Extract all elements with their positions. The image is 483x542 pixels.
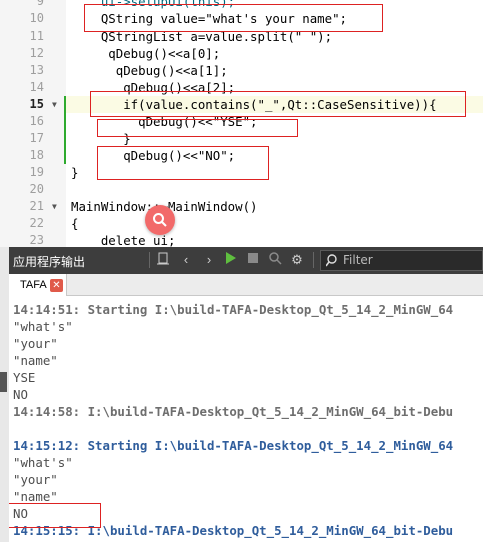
output-tab-bar: TAFA ✕ xyxy=(9,274,483,296)
output-line: "your" xyxy=(13,472,58,487)
output-line: NO xyxy=(13,387,28,402)
filter-input[interactable]: Filter xyxy=(320,250,483,271)
tab-tafa[interactable]: TAFA ✕ xyxy=(9,274,67,296)
line-number: 16 xyxy=(29,114,44,128)
fold-arrow-icon[interactable]: ▼ xyxy=(52,198,57,215)
previous-icon[interactable]: ‹ xyxy=(177,251,195,269)
line-number: 22 xyxy=(29,216,44,230)
line-number: 21 xyxy=(29,199,44,213)
output-line: 14:14:58: I:\build-TAFA-Desktop_Qt_5_14_… xyxy=(13,404,454,419)
code-line[interactable]: qDebug()<<a[0]; xyxy=(71,45,220,62)
search-icon[interactable] xyxy=(145,205,175,235)
code-line[interactable]: qDebug()<<a[1]; xyxy=(71,62,228,79)
close-icon[interactable]: ✕ xyxy=(50,279,63,292)
code-line[interactable]: } xyxy=(71,164,78,181)
filter-search-icon xyxy=(325,251,338,276)
output-line: YSE xyxy=(13,370,36,385)
settings-icon[interactable]: ⚙ xyxy=(288,251,306,269)
output-pane-header: 应用程序输出 ‹ › ⚙ Filter xyxy=(9,247,483,274)
output-line: "your" xyxy=(13,336,58,351)
toolbar-separator xyxy=(149,252,150,268)
line-number: 17 xyxy=(29,131,44,145)
clear-icon[interactable] xyxy=(154,251,172,269)
application-output[interactable]: 14:14:51: Starting I:\build-TAFA-Desktop… xyxy=(9,296,483,542)
output-line: 14:15:12: Starting I:\build-TAFA-Desktop… xyxy=(13,438,454,453)
run-icon[interactable] xyxy=(221,251,239,269)
line-number: 10 xyxy=(29,11,44,25)
code-line[interactable]: ui->setupUi(this); xyxy=(71,0,235,10)
line-number: 12 xyxy=(29,46,44,60)
output-line: "what's" xyxy=(13,455,73,470)
line-number: 20 xyxy=(29,182,44,196)
pane-title: 应用程序输出 xyxy=(13,255,86,269)
next-icon[interactable]: › xyxy=(200,251,218,269)
code-line[interactable]: qDebug()<<"YSE"; xyxy=(71,113,257,130)
stop-icon[interactable] xyxy=(244,251,262,269)
side-strip xyxy=(0,247,9,542)
output-line: "name" xyxy=(13,353,58,368)
code-line[interactable]: qDebug()<<a[2]; xyxy=(71,79,235,96)
code-line[interactable]: QString value="what's your name"; xyxy=(71,10,347,27)
zoom-icon[interactable] xyxy=(266,251,284,269)
toolbar-separator xyxy=(313,252,314,268)
code-line[interactable]: qDebug()<<"NO"; xyxy=(71,147,235,164)
tab-label: TAFA xyxy=(20,279,47,291)
line-number: 15 xyxy=(29,97,44,111)
line-number: 11 xyxy=(29,29,44,43)
line-number: 14 xyxy=(29,80,44,94)
line-number: 19 xyxy=(29,165,44,179)
line-number: 23 xyxy=(29,233,44,247)
code-editor[interactable]: 9 10 11 12 13 14 15 16 17 18 19 20 21 22… xyxy=(0,0,483,247)
line-number: 18 xyxy=(29,148,44,162)
code-line[interactable]: QStringList a=value.split(" "); xyxy=(71,28,332,45)
output-line: "what's" xyxy=(13,319,73,334)
filter-placeholder: Filter xyxy=(343,253,373,267)
code-line[interactable]: { xyxy=(71,215,78,232)
change-marker xyxy=(64,96,66,164)
code-line[interactable]: if(value.contains("_",Qt::CaseSensitive)… xyxy=(71,96,436,113)
line-number: 13 xyxy=(29,63,44,77)
output-line: 14:15:15: I:\build-TAFA-Desktop_Qt_5_14_… xyxy=(13,523,454,538)
fold-arrow-icon[interactable]: ▼ xyxy=(52,96,57,113)
output-line: 14:14:51: Starting I:\build-TAFA-Desktop… xyxy=(13,302,454,317)
code-line[interactable]: } xyxy=(71,130,130,147)
output-line: NO xyxy=(13,506,28,521)
output-line: "name" xyxy=(13,489,58,504)
line-number: 9 xyxy=(36,0,44,8)
side-marker xyxy=(0,372,7,392)
